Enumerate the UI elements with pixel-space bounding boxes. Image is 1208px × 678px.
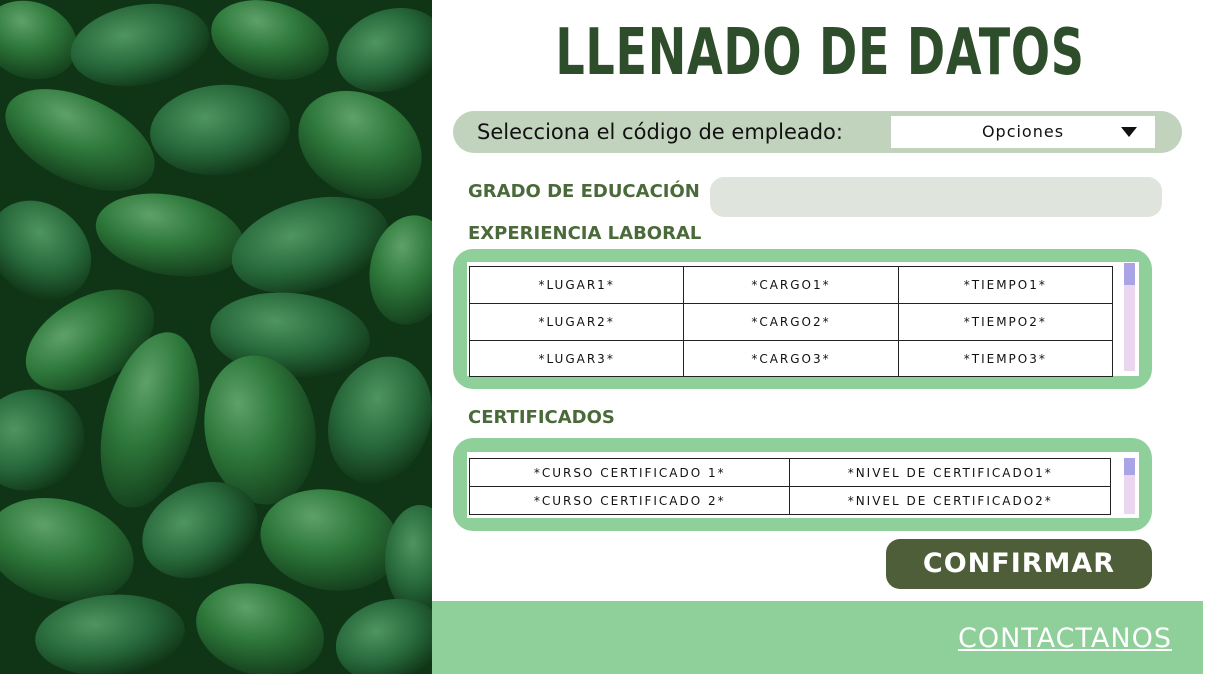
experience-table-container: *LUGAR1* *CARGO1* *TIEMPO1* *LUGAR2* *CA… <box>453 249 1152 389</box>
table-cell[interactable]: *TIEMPO2* <box>897 303 1114 341</box>
page-title: LLENADO DE DATOS <box>555 16 1085 90</box>
dropdown-value: Opciones <box>981 122 1065 141</box>
table-cell[interactable]: *NIVEL DE CERTIFICADO2* <box>789 486 1111 515</box>
table-cell[interactable]: *LUGAR2* <box>468 303 685 341</box>
table-cell[interactable]: *NIVEL DE CERTIFICADO1* <box>789 458 1111 487</box>
table-cell[interactable]: *LUGAR3* <box>468 340 685 377</box>
employee-code-dropdown[interactable]: Opciones <box>891 116 1155 148</box>
table-row: *LUGAR1* *CARGO1* *TIEMPO1* <box>468 266 1114 304</box>
education-label: GRADO DE EDUCACIÓN <box>468 181 700 202</box>
experience-label: EXPERIENCIA LABORAL <box>468 223 702 244</box>
confirm-button[interactable]: CONFIRMAR <box>886 539 1152 589</box>
certificates-scrollbar[interactable] <box>1124 458 1135 514</box>
table-row: *LUGAR3* *CARGO3* *TIEMPO3* <box>468 340 1114 377</box>
table-cell[interactable]: *CARGO2* <box>683 303 899 341</box>
education-field[interactable] <box>710 177 1162 217</box>
table-cell[interactable]: *CURSO CERTIFICADO 2* <box>468 486 791 515</box>
table-row: *CURSO CERTIFICADO 1* *NIVEL DE CERTIFIC… <box>468 458 1111 487</box>
avocado-photo <box>0 0 432 674</box>
table-cell[interactable]: *LUGAR1* <box>468 266 685 304</box>
page: LLENADO DE DATOS Selecciona el código de… <box>0 0 1208 678</box>
contact-link[interactable]: CONTACTANOS <box>958 623 1172 654</box>
table-cell[interactable]: *TIEMPO3* <box>897 340 1114 377</box>
caret-down-icon <box>1121 127 1137 137</box>
certificates-table: *CURSO CERTIFICADO 1* *NIVEL DE CERTIFIC… <box>468 458 1111 515</box>
table-cell[interactable]: *CURSO CERTIFICADO 1* <box>468 458 791 487</box>
table-row: *LUGAR2* *CARGO2* *TIEMPO2* <box>468 303 1114 341</box>
table-cell[interactable]: *CARGO1* <box>683 266 899 304</box>
table-cell[interactable]: *CARGO3* <box>683 340 899 377</box>
footer: CONTACTANOS <box>432 601 1203 674</box>
certificates-label: CERTIFICADOS <box>468 407 615 428</box>
employee-code-label: Selecciona el código de empleado: <box>477 120 843 144</box>
table-cell[interactable]: *TIEMPO1* <box>897 266 1114 304</box>
employee-selector-bar: Selecciona el código de empleado: Opcion… <box>453 111 1182 153</box>
scrollbar-thumb[interactable] <box>1124 458 1135 475</box>
table-row: *CURSO CERTIFICADO 2* *NIVEL DE CERTIFIC… <box>468 486 1111 515</box>
experience-scrollbar[interactable] <box>1124 263 1135 371</box>
scrollbar-thumb[interactable] <box>1124 263 1135 285</box>
experience-table: *LUGAR1* *CARGO1* *TIEMPO1* *LUGAR2* *CA… <box>468 266 1114 377</box>
certificates-table-container: *CURSO CERTIFICADO 1* *NIVEL DE CERTIFIC… <box>453 438 1152 531</box>
